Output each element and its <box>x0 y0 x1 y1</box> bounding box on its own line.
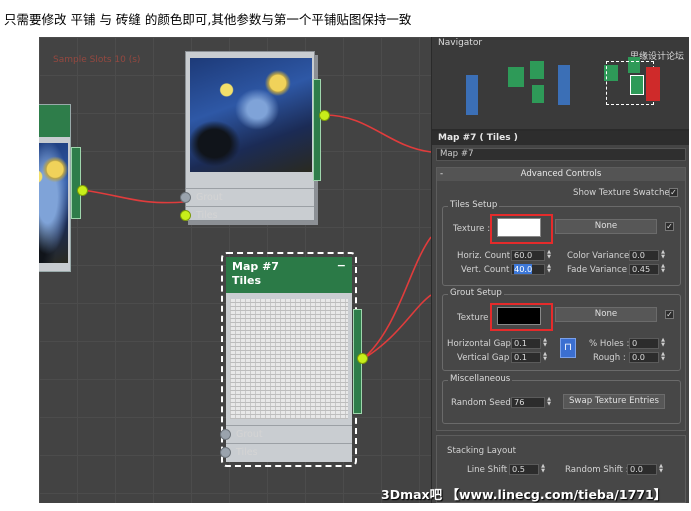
vertical-gap-input[interactable]: 0.1 ▲ ▼ <box>511 352 547 363</box>
spinner-arrows-icon[interactable]: ▲ ▼ <box>545 250 553 261</box>
nav-block <box>508 67 524 87</box>
spinner-arrows-icon[interactable]: ▲ ▼ <box>545 397 553 408</box>
port-grout-dot[interactable] <box>220 429 231 440</box>
output-tab[interactable] <box>71 147 81 219</box>
advanced-controls-header[interactable]: - Advanced Controls <box>437 168 685 181</box>
vert-count-label: Vert. Count : <box>461 265 516 275</box>
random-seed-input[interactable]: 76 ▲ ▼ <box>511 397 551 408</box>
horizontal-gap-label: Horizontal Gap : <box>447 339 517 349</box>
line-shift-input[interactable]: 0.5 ▲ ▼ <box>509 464 545 475</box>
misc-group: Miscellaneous Random Seed : 76 ▲ ▼ Swap Te… <box>442 374 681 424</box>
minimize-icon[interactable]: − <box>337 259 346 273</box>
collapse-icon[interactable]: - <box>440 168 443 181</box>
port-grout-dot[interactable] <box>180 192 191 203</box>
port-grout[interactable]: Grout <box>180 188 314 206</box>
color-variance-input[interactable]: 0.0 ▲ ▼ <box>629 250 665 261</box>
tiles-setup-title: Tiles Setup <box>448 200 500 210</box>
spinner-arrows-icon[interactable]: ▲ ▼ <box>659 338 667 349</box>
grout-texture-label: Texture <box>457 313 489 323</box>
port-tiles[interactable]: Tiles <box>180 206 314 224</box>
misc-title: Miscellaneous <box>448 374 513 384</box>
map-name-field[interactable]: Map #7 <box>436 148 686 161</box>
nav-block <box>532 85 544 103</box>
map7-node-header[interactable]: Map #7 Tiles − <box>226 257 352 293</box>
tiles-setup-group: Tiles Setup Texture : None ✓ Horiz. Coun… <box>442 200 681 286</box>
output-port-map7[interactable] <box>357 353 368 364</box>
screenshot-area: Sample Slots 10 (s) Grout Tiles Map #7 T… <box>39 37 689 503</box>
random-seed-label: Random Seed : <box>451 398 517 408</box>
grout-map-checkbox[interactable]: ✓ <box>665 310 674 319</box>
map7-node-subtitle: Tiles <box>232 274 262 287</box>
random-shift-input[interactable]: 0.0 ▲ ▼ <box>627 464 663 475</box>
spinner-arrows-icon[interactable]: ▲ ▼ <box>659 250 667 261</box>
spinner-arrows-icon[interactable]: ▲ ▼ <box>657 464 665 475</box>
spinner-arrows-icon[interactable]: ▲ ▼ <box>659 352 667 363</box>
nav-block <box>630 75 644 95</box>
grout-setup-title: Grout Setup <box>448 288 504 298</box>
wire-left-to-tiles <box>82 189 186 204</box>
caption-text: 只需要修改 平铺 与 砖缝 的颜色即可,其他参数与第一个平铺贴图保持一致 <box>4 12 412 27</box>
starry-night-thumbnail <box>39 143 68 263</box>
material-rollout-title[interactable]: Map #7 ( Tiles ) <box>432 131 689 145</box>
lock-icon[interactable]: ⊓ <box>560 338 576 358</box>
output-port-left[interactable] <box>77 185 88 196</box>
port-tiles-dot[interactable] <box>220 447 231 458</box>
output-port-top[interactable] <box>319 110 330 121</box>
horizontal-gap-input[interactable]: 0.1 ▲ ▼ <box>511 338 547 349</box>
tiles-texture-label: Texture : <box>453 224 491 234</box>
tiles-map-button[interactable]: None <box>555 219 657 234</box>
tiles-node-top[interactable]: Grout Tiles <box>180 51 315 224</box>
rough-input[interactable]: 0.0 ▲ ▼ <box>629 352 665 363</box>
vert-count-input[interactable]: 40.0 ▲ ▼ <box>511 264 551 275</box>
holes-input[interactable]: 0 ▲ ▼ <box>629 338 665 349</box>
horiz-count-input[interactable]: 60.0 ▲ ▼ <box>511 250 551 261</box>
spinner-arrows-icon[interactable]: ▲ ▼ <box>541 338 549 349</box>
nav-block <box>646 67 660 101</box>
map7-node[interactable]: Map #7 Tiles − Grout Tiles <box>220 252 362 467</box>
site-watermark: 3Dmax吧 【www.linecg.com/tieba/1771】 <box>381 487 667 502</box>
bitmap-node-left[interactable] <box>39 104 71 272</box>
tiles-map-checkbox[interactable]: ✓ <box>665 222 674 231</box>
horiz-count-label: Horiz. Count : <box>457 251 516 261</box>
show-swatches-label: Show Texture Swatches <box>573 188 675 198</box>
advanced-controls-rollout: - Advanced Controls Show Texture Swatche… <box>436 167 686 431</box>
vertical-gap-label: Vertical Gap : <box>457 353 515 363</box>
map7-node-title: Map #7 <box>232 260 279 273</box>
tiles-texture-swatch[interactable] <box>497 218 541 237</box>
wire-top-to-panel <box>324 114 431 153</box>
stacking-layout-title: Stacking Layout <box>447 446 517 456</box>
swap-texture-entries-button[interactable]: Swap Texture Entries <box>563 394 665 409</box>
nav-block <box>530 61 544 79</box>
node-editor-view[interactable]: Sample Slots 10 (s) Grout Tiles Map #7 T… <box>39 37 431 503</box>
wire-map7-to-panel-a <box>362 236 431 360</box>
random-shift-label: Random Shift : <box>565 465 629 475</box>
grout-setup-group: Grout Setup Texture None ✓ Horizontal Ga… <box>442 288 681 371</box>
node-header <box>39 105 70 137</box>
spinner-arrows-icon[interactable]: ▲ ▼ <box>541 352 549 363</box>
grout-map-button[interactable]: None <box>555 307 657 322</box>
nav-block <box>466 75 478 115</box>
navigator-panel[interactable]: Navigator 思缘设计论坛 <box>432 37 689 131</box>
color-variance-label: Color Variance : <box>567 251 635 261</box>
fade-variance-label: Fade Variance : <box>567 265 633 275</box>
grout-texture-swatch[interactable] <box>497 307 541 325</box>
nav-block <box>558 65 570 105</box>
port-grout[interactable]: Grout <box>220 425 352 443</box>
parameter-panel: Navigator 思缘设计论坛 Map #7 ( Tiles ) Map #7… <box>431 37 689 503</box>
show-swatches-checkbox[interactable]: ✓ <box>669 188 678 197</box>
line-shift-label: Line Shift : <box>467 465 513 475</box>
navigator-title: Navigator <box>438 38 483 48</box>
tiles-thumbnail <box>230 299 348 419</box>
port-tiles-dot[interactable] <box>180 210 191 221</box>
output-tab-top[interactable] <box>313 79 321 181</box>
port-tiles[interactable]: Tiles <box>220 443 352 461</box>
spinner-arrows-icon[interactable]: ▲ ▼ <box>659 264 667 275</box>
spinner-arrows-icon[interactable]: ▲ ▼ <box>539 464 547 475</box>
starry-night-tiles-thumbnail <box>190 58 312 172</box>
rough-label: Rough : <box>593 353 626 363</box>
spinner-arrows-icon[interactable]: ▲ ▼ <box>545 264 553 275</box>
fade-variance-input[interactable]: 0.45 ▲ ▼ <box>629 264 665 275</box>
holes-label: % Holes : <box>589 339 630 349</box>
